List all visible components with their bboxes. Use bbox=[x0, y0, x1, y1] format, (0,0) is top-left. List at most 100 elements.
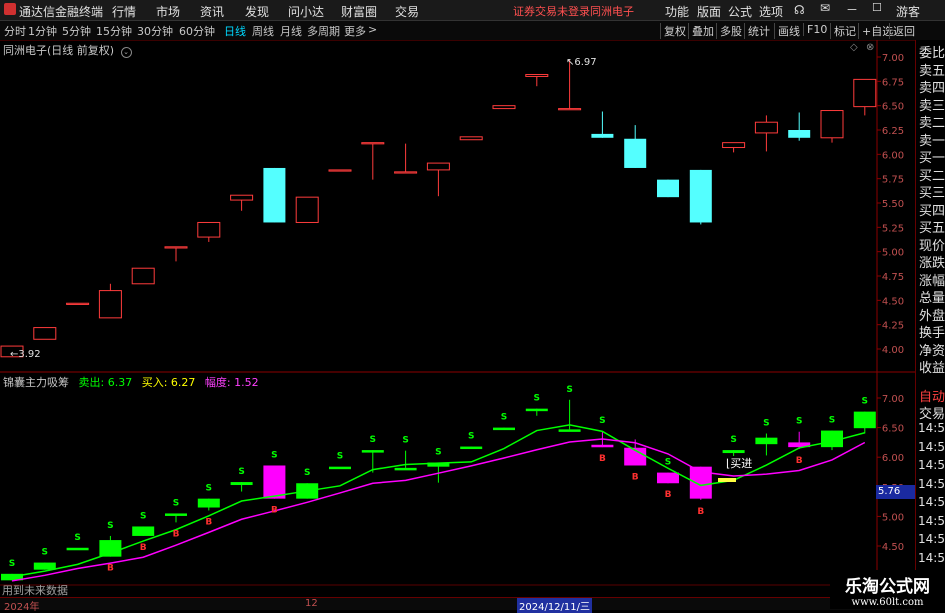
main-y-tick-label: 4.00 bbox=[882, 345, 904, 356]
buy-marker: B bbox=[173, 529, 180, 539]
sell-marker: S bbox=[599, 416, 605, 426]
sell-marker: S bbox=[140, 511, 146, 521]
main-y-tick-label: 5.00 bbox=[882, 248, 904, 259]
watermark: 乐淘公式网 www.60lt.com bbox=[830, 570, 945, 609]
ind-y-tick-label: 7.00 bbox=[882, 394, 904, 405]
sell-marker: S bbox=[173, 498, 179, 508]
indicator-candle-green bbox=[99, 540, 122, 557]
candle-body-up bbox=[722, 142, 746, 149]
main-candles bbox=[0, 59, 877, 358]
trade-time: 14:56 bbox=[918, 421, 945, 435]
candle-body-up bbox=[394, 171, 418, 174]
trade-label[interactable]: 交易 bbox=[919, 403, 945, 422]
candle-body-up bbox=[295, 196, 319, 223]
candle-body-up bbox=[459, 136, 483, 141]
indicator-candle-green bbox=[394, 467, 417, 471]
cursor-date: 2024/12/11/三 bbox=[517, 598, 593, 613]
main-y-tick-label: 5.25 bbox=[882, 223, 904, 234]
right-panel-item: 收益 bbox=[919, 361, 945, 376]
main-y-tick-label: 5.50 bbox=[882, 199, 904, 210]
candle-body-up bbox=[98, 290, 122, 319]
candle-body-down bbox=[263, 167, 286, 223]
candle-body-up bbox=[426, 162, 450, 171]
candle-body-up bbox=[66, 302, 90, 305]
indicator-candle-green bbox=[132, 526, 155, 536]
indicator-candle-green bbox=[853, 411, 876, 429]
sell-marker: S bbox=[370, 435, 376, 445]
indicator-candle-magenta bbox=[657, 472, 679, 484]
buy-marker: B bbox=[697, 507, 704, 517]
indicator-candle-magenta bbox=[591, 444, 614, 448]
high-price-label: ↖6.97 bbox=[566, 57, 597, 68]
buy-marker: B bbox=[632, 472, 639, 482]
candle-body-up bbox=[328, 169, 352, 172]
sell-marker: S bbox=[238, 467, 244, 477]
ind-y-tick-label: 6.50 bbox=[882, 424, 904, 435]
buy-marker: B bbox=[796, 456, 803, 466]
candle-body-down bbox=[788, 130, 811, 138]
date-month: 12 bbox=[305, 598, 318, 609]
main-y-tick-label: 5.75 bbox=[882, 175, 904, 186]
indicator-candle-green bbox=[197, 498, 220, 508]
main-y-tick-label: 6.25 bbox=[882, 126, 904, 137]
candle-body-down bbox=[624, 138, 647, 168]
buy-marker: B bbox=[271, 506, 278, 516]
candle-body-up bbox=[33, 327, 57, 340]
trade-time: 14:56 bbox=[918, 495, 945, 509]
main-y-tick-label: 7.00 bbox=[882, 53, 904, 64]
indicator-candle-green bbox=[66, 547, 89, 551]
trade-time: 14:56 bbox=[918, 532, 945, 546]
trade-time: 14:56 bbox=[918, 476, 945, 491]
sell-marker: S bbox=[566, 385, 572, 395]
ind-y-tick-label: 5.00 bbox=[882, 512, 904, 523]
sell-marker: S bbox=[402, 436, 408, 446]
buy-marker: B bbox=[665, 490, 672, 500]
sell-marker: S bbox=[9, 559, 15, 569]
indicator-candle-green bbox=[493, 427, 515, 431]
sell-marker: S bbox=[534, 394, 540, 404]
sell-marker: S bbox=[501, 413, 507, 423]
buy-signal-bar bbox=[718, 478, 736, 482]
watermark-url: www.60lt.com bbox=[851, 597, 924, 608]
indicator-candle-magenta bbox=[263, 465, 286, 499]
candle-body-up bbox=[525, 74, 549, 77]
indicator-layer: S S S S B S B S B S B S S B S S S S S S S S S S B B S B B S S S B S S bbox=[1, 385, 876, 582]
indicator-candle-green bbox=[361, 450, 384, 453]
indicator-candle-green bbox=[460, 446, 483, 450]
candle-body-up bbox=[754, 121, 778, 134]
sell-marker: S bbox=[206, 484, 212, 494]
trade-time: 14:56 bbox=[918, 550, 945, 565]
sell-marker: S bbox=[74, 533, 80, 543]
main-y-tick-label: 4.50 bbox=[882, 296, 904, 307]
buy-in-annotation: ⌊买进 bbox=[726, 457, 753, 470]
date-axis: 2024年 12 2024/12/11/三 bbox=[0, 597, 915, 613]
sell-marker: S bbox=[435, 448, 441, 458]
main-y-tick-label: 6.75 bbox=[882, 77, 904, 88]
sell-marker: S bbox=[337, 452, 343, 462]
candle-body-up bbox=[820, 110, 844, 139]
main-y-tick-label: 6.50 bbox=[882, 102, 904, 113]
ind-y-tick-label: 4.50 bbox=[882, 542, 904, 553]
axis-layer: 7.00 6.75 6.50 6.25 6.00 5.75 5.50 5.25 5.00 4.75… bbox=[877, 53, 904, 553]
sell-marker: S bbox=[763, 419, 769, 429]
candle-body-up bbox=[164, 246, 188, 249]
indicator-candle-green bbox=[33, 562, 56, 570]
sell-marker: S bbox=[730, 435, 736, 445]
indicator-candle-green bbox=[525, 408, 548, 412]
ind-y-tick-label: 6.00 bbox=[882, 453, 904, 464]
candle-body-up bbox=[197, 221, 221, 238]
buy-marker: B bbox=[140, 543, 147, 553]
buy-marker: B bbox=[599, 454, 606, 464]
sell-marker: S bbox=[829, 416, 835, 426]
indicator-candle-green bbox=[722, 450, 745, 454]
candle-body-down bbox=[591, 133, 614, 138]
future-data-note: 用到未来数据 bbox=[2, 584, 68, 597]
indicator-candle-green bbox=[230, 482, 253, 486]
kline-chart[interactable]: S S S S B S B S B S B S S B S S S S S S S S S S B B S B B S S S B S S 7.00… bbox=[0, 0, 945, 609]
indicator-candle-green bbox=[165, 513, 187, 516]
candle-body-down bbox=[689, 169, 712, 223]
candle-body-up bbox=[361, 142, 385, 145]
candle-body-up bbox=[492, 105, 516, 110]
sell-marker: S bbox=[107, 521, 113, 531]
sell-marker: S bbox=[304, 468, 310, 478]
